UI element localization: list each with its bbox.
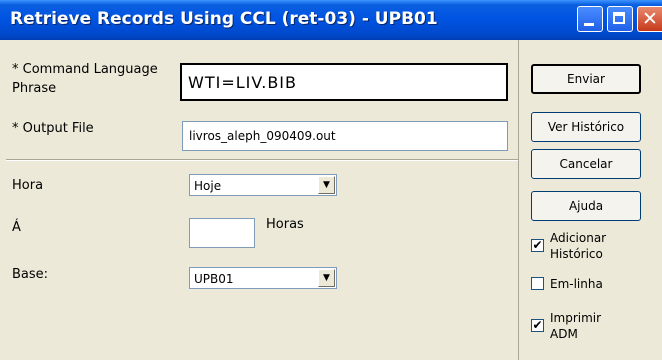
- base-select[interactable]: UPB01 ▼: [189, 267, 337, 289]
- window-title: Retrieve Records Using CCL (ret-03) - UP…: [10, 9, 438, 29]
- horas-label: Horas: [266, 217, 304, 232]
- output-file-label: * Output File: [12, 121, 94, 136]
- checkmark-icon[interactable]: ✔: [531, 319, 544, 332]
- adicionar-historico-checkbox[interactable]: ✔ Adicionar Histórico: [531, 230, 661, 270]
- checkmark-icon[interactable]: ✔: [531, 239, 544, 252]
- maximize-button[interactable]: [607, 6, 633, 32]
- ccl-phrase-input[interactable]: [180, 63, 508, 101]
- checkbox-box[interactable]: [531, 277, 544, 290]
- maximize-icon: [613, 12, 625, 24]
- enviar-button[interactable]: Enviar: [531, 64, 641, 94]
- ver-historico-button[interactable]: Ver Histórico: [531, 112, 641, 142]
- hora-select-value: Hoje: [194, 179, 222, 193]
- title-bar[interactable]: Retrieve Records Using CCL (ret-03) - UP…: [0, 0, 662, 40]
- base-label: Base:: [12, 267, 49, 282]
- chevron-down-icon[interactable]: ▼: [318, 176, 335, 194]
- em-linha-label: Em-linha: [550, 277, 603, 291]
- output-file-input[interactable]: [182, 121, 508, 151]
- hours-input[interactable]: [189, 218, 255, 248]
- imprimir-label-line1: Imprimir: [550, 311, 602, 325]
- ccl-label-line1: * Command Language: [12, 62, 158, 77]
- cancelar-button[interactable]: Cancelar: [531, 149, 641, 179]
- form-panel: * Command Language Phrase * Output File …: [6, 47, 518, 360]
- hora-select[interactable]: Hoje ▼: [189, 174, 337, 196]
- base-select-value: UPB01: [194, 272, 234, 286]
- minimize-button[interactable]: [577, 6, 603, 32]
- adicionar-label-line2: Histórico: [550, 247, 603, 261]
- imprimir-label-line2: ADM: [550, 327, 578, 341]
- adicionar-label-line1: Adicionar: [550, 231, 607, 245]
- dialog-window: Retrieve Records Using CCL (ret-03) - UP…: [0, 0, 662, 360]
- a-label: Á: [12, 220, 21, 235]
- em-linha-checkbox[interactable]: Em-linha: [531, 277, 661, 295]
- imprimir-adm-checkbox[interactable]: ✔ Imprimir ADM: [531, 310, 661, 350]
- close-button[interactable]: ✕: [637, 6, 662, 32]
- chevron-down-icon[interactable]: ▼: [318, 269, 335, 287]
- section-divider: [6, 159, 518, 161]
- minimize-icon: [584, 23, 594, 26]
- ajuda-button[interactable]: Ajuda: [531, 191, 641, 221]
- ccl-label-line2: Phrase: [12, 81, 57, 96]
- close-icon: ✕: [642, 8, 658, 30]
- hora-label: Hora: [12, 178, 44, 193]
- action-panel: Enviar Ver Histórico Cancelar Ajuda ✔ Ad…: [518, 40, 662, 360]
